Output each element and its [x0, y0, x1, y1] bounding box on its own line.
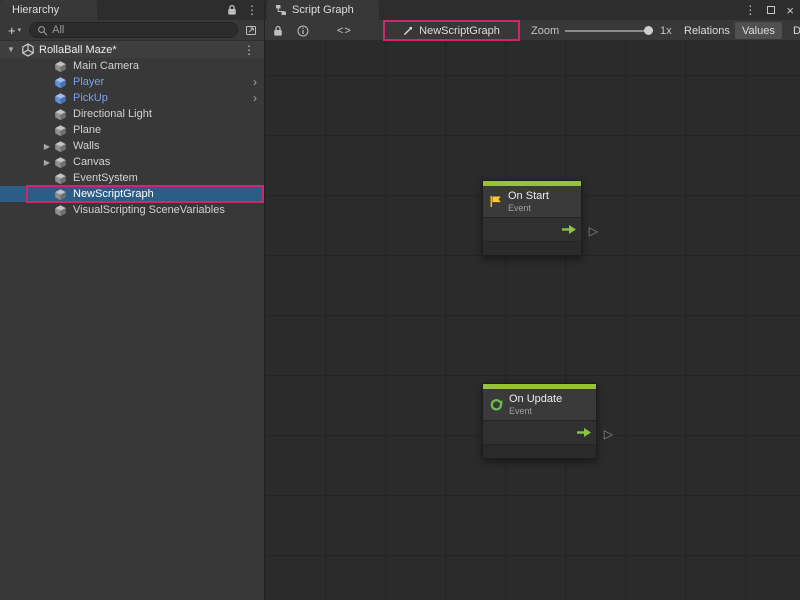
tree-item-label: Walls	[73, 140, 99, 152]
node-on-update[interactable]: On Update Event ▷	[482, 383, 597, 459]
gameobject-cube-icon	[54, 60, 68, 73]
relations-toggle-button[interactable]: Relations	[677, 20, 737, 41]
zoom-slider[interactable]	[565, 20, 653, 41]
node-header[interactable]: On Start Event	[483, 186, 581, 218]
tree-item-label: EventSystem	[73, 172, 138, 184]
graph-name-annotation[interactable]: NewScriptGraph	[383, 20, 520, 41]
code-preview-icon[interactable]: <>	[337, 20, 352, 41]
tree-item-label: Main Camera	[73, 60, 139, 72]
hierarchy-tree: Main Camera Player › PickUp › Directional Lig…	[0, 58, 264, 218]
node-footer	[483, 242, 581, 255]
node-subtitle: Event	[508, 203, 549, 213]
script-graph-panel: Script Graph ⋮ × <> NewScriptGraph	[265, 0, 800, 600]
panel-menu-icon[interactable]: ⋮	[246, 4, 258, 16]
gameobject-cube-icon	[54, 156, 68, 169]
scene-foldout-icon[interactable]: ▼	[7, 45, 17, 54]
foldout-closed-icon[interactable]: ▶	[40, 142, 54, 151]
tree-item-label: Directional Light	[73, 108, 152, 120]
window-menu-icon[interactable]: ⋮	[744, 4, 756, 16]
tree-item-walls[interactable]: ▶ Walls	[0, 138, 264, 154]
info-icon[interactable]	[297, 20, 309, 41]
node-on-start[interactable]: On Start Event ▷	[482, 180, 582, 256]
connection-triangle-icon[interactable]: ▷	[589, 225, 598, 237]
hierarchy-panel: Hierarchy ⋮ + ▾ All	[0, 0, 265, 600]
node-footer	[483, 445, 596, 458]
maximize-icon[interactable]	[767, 6, 775, 14]
hierarchy-search-input[interactable]: All	[29, 22, 238, 38]
scene-menu-icon[interactable]: ⋮	[243, 44, 255, 56]
open-prefab-chevron-icon[interactable]: ›	[253, 76, 257, 88]
node-title: On Update	[509, 393, 562, 406]
tree-item-label: PickUp	[73, 92, 108, 104]
zoom-value: 1x	[660, 20, 672, 41]
tree-item-main-camera[interactable]: Main Camera	[0, 58, 264, 74]
connection-triangle-icon[interactable]: ▷	[604, 428, 613, 440]
tree-item-label: Plane	[73, 124, 101, 136]
tab-hierarchy[interactable]: Hierarchy	[0, 0, 97, 20]
plus-icon: +	[8, 24, 16, 37]
hierarchy-tab-label: Hierarchy	[12, 4, 59, 16]
hierarchy-tabbar: Hierarchy ⋮	[0, 0, 264, 20]
prefab-cube-icon	[54, 92, 68, 105]
graph-asset-icon	[403, 25, 414, 36]
tree-item-label: Player	[73, 76, 104, 88]
tree-item-visualscripting-scenevariables[interactable]: VisualScripting SceneVariables	[0, 202, 264, 218]
close-icon[interactable]: ×	[786, 4, 794, 17]
tree-item-canvas[interactable]: ▶ Canvas	[0, 154, 264, 170]
hierarchy-toolbar: + ▾ All	[0, 20, 264, 41]
foldout-closed-icon[interactable]: ▶	[40, 158, 54, 167]
tree-item-newscriptgraph[interactable]: NewScriptGraph	[0, 186, 264, 202]
node-title: On Start	[508, 190, 549, 203]
prefab-cube-icon	[54, 76, 68, 89]
gameobject-cube-icon	[54, 124, 68, 137]
node-port-row	[483, 421, 596, 445]
scene-name: RollaBall Maze*	[39, 44, 117, 56]
caret-down-icon: ▾	[18, 26, 22, 34]
graph-lock-icon[interactable]	[273, 20, 283, 41]
output-port-arrow-icon[interactable]	[561, 224, 577, 235]
tree-item-plane[interactable]: Plane	[0, 122, 264, 138]
unity-editor-window: Hierarchy ⋮ + ▾ All	[0, 0, 800, 600]
create-object-button[interactable]: + ▾	[5, 24, 24, 37]
zoom-slider-track[interactable]	[565, 30, 653, 32]
search-filter-value: All	[52, 24, 64, 36]
tree-item-label: Canvas	[73, 156, 110, 168]
tree-item-label: NewScriptGraph	[73, 188, 154, 200]
scene-header-row[interactable]: ▼ RollaBall Maze* ⋮	[0, 41, 264, 58]
gameobject-cube-icon	[54, 204, 68, 217]
tree-item-eventsystem[interactable]: EventSystem	[0, 170, 264, 186]
tree-item-pickup[interactable]: PickUp ›	[0, 90, 264, 106]
graph-name-label: NewScriptGraph	[419, 25, 500, 37]
loop-icon	[489, 397, 503, 411]
gameobject-cube-icon	[54, 140, 68, 153]
tree-item-directional-light[interactable]: Directional Light	[0, 106, 264, 122]
dim-toggle-button[interactable]: Dim	[786, 20, 800, 41]
script-graph-icon	[275, 4, 287, 16]
search-icon	[37, 25, 48, 36]
tree-item-label: VisualScripting SceneVariables	[73, 204, 225, 216]
gameobject-cube-icon	[54, 188, 68, 201]
tab-script-graph[interactable]: Script Graph	[267, 0, 379, 20]
graph-toolbar: <> NewScriptGraph Zoom 1x Relations Valu…	[265, 20, 800, 41]
tree-item-player[interactable]: Player ›	[0, 74, 264, 90]
graph-canvas[interactable]: On Start Event ▷	[265, 41, 800, 600]
gameobject-cube-icon	[54, 172, 68, 185]
open-prefab-chevron-icon[interactable]: ›	[253, 92, 257, 104]
node-subtitle: Event	[509, 406, 562, 416]
lock-icon[interactable]	[227, 4, 237, 16]
output-port-arrow-icon[interactable]	[576, 427, 592, 438]
gameobject-cube-icon	[54, 108, 68, 121]
zoom-slider-handle[interactable]	[644, 26, 653, 35]
flag-icon	[489, 195, 502, 208]
values-toggle-button[interactable]: Values	[735, 22, 782, 39]
node-header[interactable]: On Update Event	[483, 389, 596, 421]
node-port-row	[483, 218, 581, 242]
graph-tab-label: Script Graph	[292, 4, 354, 16]
unity-scene-icon	[21, 43, 35, 57]
graph-tabbar: Script Graph ⋮ ×	[265, 0, 800, 20]
popout-search-icon[interactable]	[243, 24, 259, 36]
zoom-label: Zoom	[531, 20, 559, 41]
